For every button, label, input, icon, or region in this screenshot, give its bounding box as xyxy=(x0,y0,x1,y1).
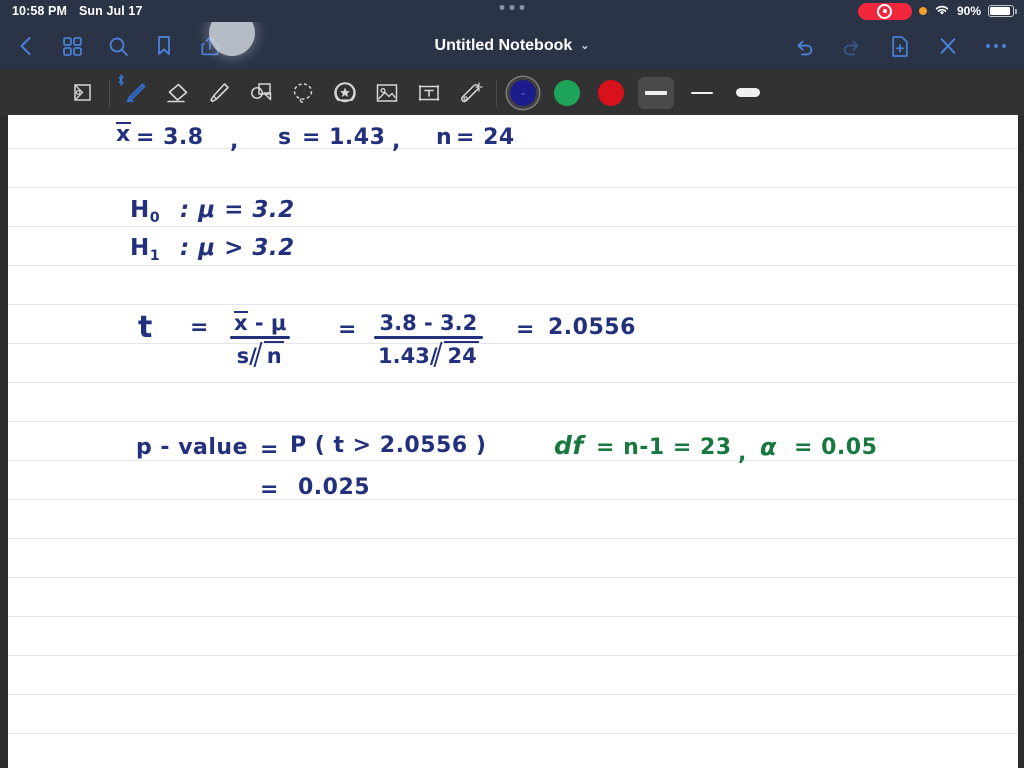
battery-percent-label: 90% xyxy=(956,4,981,18)
note-s-value: = 1.43 xyxy=(302,125,386,150)
color-swatch-navy[interactable]: ⌄ xyxy=(510,79,536,106)
note-t-formula-fraction: x - μ s/n xyxy=(230,311,291,368)
close-icon[interactable] xyxy=(936,34,960,58)
add-page-icon[interactable] xyxy=(888,34,912,58)
note-pvalue-expression: P ( t > 2.0556 ) xyxy=(290,433,487,458)
note-df-expression: = n-1 = 23 xyxy=(596,435,732,460)
note-pvalue-equals-1: = xyxy=(260,437,279,462)
stroke-width-thin[interactable] xyxy=(684,77,720,109)
note-xbar-symbol: x xyxy=(116,122,131,147)
status-time: 10:58 PM xyxy=(12,4,67,18)
wifi-icon xyxy=(934,4,950,19)
page-layers-icon[interactable] xyxy=(63,72,105,114)
battery-icon xyxy=(988,5,1017,17)
stroke-width-round[interactable] xyxy=(730,77,766,109)
note-page-area[interactable]: x = 3.8 , s = 1.43 , n = 24 H0 : μ = 3.2… xyxy=(0,115,1024,768)
note-t-symbol: t xyxy=(138,310,153,345)
handwriting-ink-layer: x = 3.8 , s = 1.43 , n = 24 H0 : μ = 3.2… xyxy=(8,115,1018,768)
pen-icon[interactable] xyxy=(114,72,156,114)
note-n-label: n xyxy=(436,125,453,150)
magic-wand-icon[interactable] xyxy=(450,72,492,114)
notebook-paper[interactable]: x = 3.8 , s = 1.43 , n = 24 H0 : μ = 3.2… xyxy=(8,115,1018,768)
note-t-formula-numerator: x - μ xyxy=(234,311,287,335)
redo-icon[interactable] xyxy=(840,34,864,58)
note-pvalue-equals-2: = xyxy=(260,477,279,502)
note-xbar-value: = 3.8 xyxy=(136,125,204,150)
note-t-formula-denominator: s/n xyxy=(230,340,290,368)
color-swatch-red[interactable] xyxy=(598,79,624,106)
toolbar-divider xyxy=(109,78,110,107)
status-bar-right: 90% xyxy=(857,2,1024,20)
note-comma-2: , xyxy=(392,129,401,154)
navbar-left-actions xyxy=(0,34,222,58)
text-box-icon[interactable] xyxy=(408,72,450,114)
note-t-equals-2: = xyxy=(338,317,357,342)
multitask-dot xyxy=(509,5,515,10)
note-h1-statement: : μ > 3.2 xyxy=(180,235,295,261)
multitasking-handle[interactable] xyxy=(499,5,525,10)
color-swatch-green[interactable] xyxy=(554,79,580,106)
note-alpha-value: = 0.05 xyxy=(794,435,878,460)
stroke-preview-thin xyxy=(691,91,713,94)
note-h0-statement: : μ = 3.2 xyxy=(180,197,295,223)
search-icon[interactable] xyxy=(106,34,130,58)
note-t-values-fraction: 3.8 - 3.2 1.43/24 xyxy=(374,311,483,368)
toolbar-divider xyxy=(496,78,497,107)
note-df-label: df xyxy=(554,431,584,460)
grid-library-icon[interactable] xyxy=(60,34,84,58)
sticker-icon[interactable] xyxy=(324,72,366,114)
stroke-width-thick[interactable] xyxy=(638,76,674,109)
multitask-dot xyxy=(519,5,525,10)
battery-fill xyxy=(990,7,1010,15)
note-n-value: = 24 xyxy=(456,125,515,150)
note-t-result: 2.0556 xyxy=(548,315,636,340)
eraser-icon[interactable] xyxy=(156,72,198,114)
status-bar-left: 10:58 PM Sun Jul 17 xyxy=(0,4,143,18)
status-date: Sun Jul 17 xyxy=(79,4,143,18)
microphone-in-use-icon xyxy=(918,7,927,15)
note-pvalue-result: 0.025 xyxy=(298,475,371,500)
shapes-icon[interactable] xyxy=(240,72,282,114)
note-h1-label: H1 xyxy=(130,235,160,264)
stroke-preview-round xyxy=(736,88,760,97)
note-t-values-denominator: 1.43/24 xyxy=(374,340,483,368)
back-chevron-icon[interactable] xyxy=(14,34,38,58)
ipad-notebook-app: 10:58 PM Sun Jul 17 90% Untitled Noteboo… xyxy=(0,0,1024,768)
more-icon[interactable] xyxy=(984,34,1008,58)
lasso-icon[interactable] xyxy=(282,72,324,114)
note-t-values-numerator: 3.8 - 3.2 xyxy=(379,311,478,335)
notebook-title-menu[interactable]: Untitled Notebook ⌄ xyxy=(435,37,590,55)
highlighter-icon[interactable] xyxy=(198,72,240,114)
note-s-label: s xyxy=(278,125,292,150)
chevron-down-icon: ⌄ xyxy=(580,39,590,52)
multitask-dot xyxy=(499,5,505,10)
note-h0-label: H0 xyxy=(130,197,160,226)
note-pvalue-label: p - value xyxy=(136,435,249,460)
image-icon[interactable] xyxy=(366,72,408,114)
tool-palette: ⌄ xyxy=(0,70,1024,115)
screen-recording-icon[interactable] xyxy=(857,2,912,20)
note-green-comma: , xyxy=(738,441,747,466)
undo-icon[interactable] xyxy=(792,34,816,58)
recording-ring xyxy=(877,3,893,19)
note-t-equals-3: = xyxy=(516,317,535,342)
chevron-down-icon: ⌄ xyxy=(519,86,527,97)
status-bar: 10:58 PM Sun Jul 17 90% xyxy=(0,0,1024,22)
page-title: Untitled Notebook xyxy=(434,37,573,54)
note-alpha-symbol: α xyxy=(760,433,777,461)
fraction-bar xyxy=(230,336,291,339)
navigation-bar: Untitled Notebook ⌄ xyxy=(0,22,1024,70)
note-t-equals-1: = xyxy=(190,315,209,340)
stroke-preview-thick xyxy=(645,90,667,95)
fraction-bar xyxy=(374,336,483,339)
bookmark-icon[interactable] xyxy=(152,34,176,58)
bluetooth-icon xyxy=(117,73,125,86)
navbar-right-actions xyxy=(792,34,1024,58)
note-comma-1: , xyxy=(230,129,239,154)
